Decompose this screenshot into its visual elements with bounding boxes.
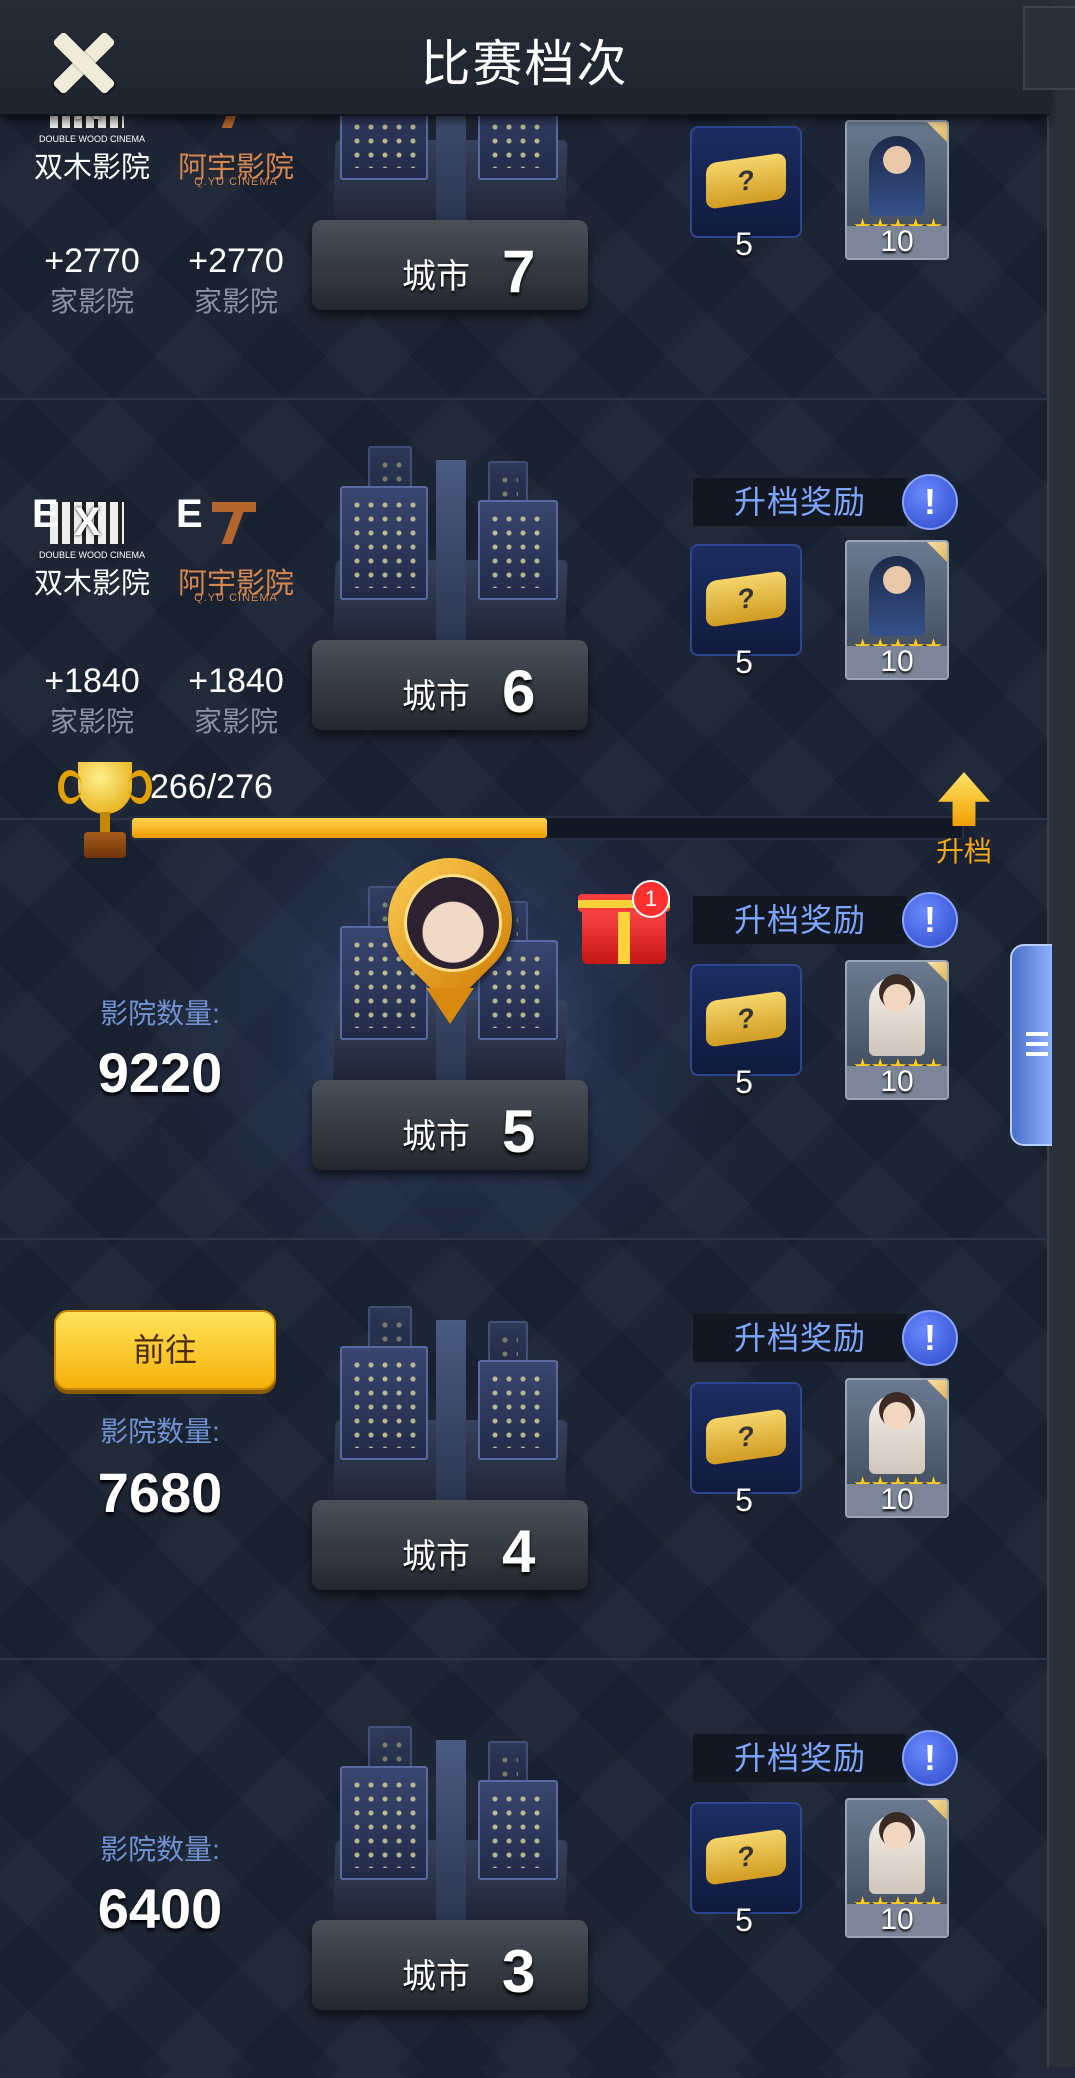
lady-card-icon[interactable]: ★★★★★ 10 xyxy=(845,960,949,1100)
cinema-name: 双木影院 xyxy=(33,152,150,184)
cinema-count-value: 7680 xyxy=(97,1461,223,1524)
cinema-unit: 家影院 xyxy=(193,286,278,317)
info-icon[interactable]: ! xyxy=(902,1310,958,1366)
progress-bar xyxy=(130,816,964,840)
city-number: 4 xyxy=(502,1518,536,1585)
side-menu-tab[interactable] xyxy=(1010,944,1052,1146)
upgrade-label: 升档 xyxy=(935,836,992,867)
cinema-plus: +1840 xyxy=(44,662,140,700)
cinema-plus: +2770 xyxy=(188,242,284,280)
lady-card-icon[interactable]: ★★★★★ 10 xyxy=(845,1798,949,1938)
city-label: 城市 xyxy=(402,678,470,716)
cinema-tag: DOUBLE WOOD CINEMA xyxy=(38,134,145,144)
cinema-tag: DOUBLE WOOD CINEMA xyxy=(38,550,145,560)
list-menu-icon xyxy=(1026,1032,1048,1060)
cinema-unit: 家影院 xyxy=(49,286,134,317)
card-count: 10 xyxy=(847,1484,947,1516)
city-label: 城市 xyxy=(402,1538,470,1576)
tier-row-city-6: E DOUBLE WOOD CINEMA 双木影院 E 阿宇影院 Q.YU CI… xyxy=(0,400,1049,820)
cinema-count-label: 影院数量: xyxy=(100,1416,220,1447)
info-icon[interactable]: ! xyxy=(902,892,958,948)
city-number: 3 xyxy=(502,1938,536,2005)
city-number: 7 xyxy=(502,238,536,305)
city-label: 城市 xyxy=(402,258,470,296)
sneaker-item-icon[interactable]: ? xyxy=(690,544,802,656)
cinema-logo-double-wood: E DOUBLE WOOD CINEMA 双木影院 xyxy=(32,492,152,602)
progress-bar-fill xyxy=(132,818,547,838)
go-button[interactable]: 前往 xyxy=(54,1310,276,1390)
cinema-grade: E xyxy=(176,492,203,536)
cinema-unit: 家影院 xyxy=(49,706,134,737)
sneaker-item-icon[interactable]: ? xyxy=(690,1802,802,1914)
upgrade-reward-label: 升档奖励 xyxy=(693,1734,907,1782)
officer-card-icon[interactable]: ★★★★★ 10 xyxy=(845,120,949,260)
header-bar: 比赛档次 xyxy=(0,0,1075,116)
city-label: 城市 xyxy=(402,1118,470,1156)
item-count: 5 xyxy=(735,226,753,262)
cinema-grade: E xyxy=(32,492,59,536)
gift-badge: 1 xyxy=(632,880,670,918)
upgrade-reward-label: 升档奖励 xyxy=(693,1314,907,1362)
city-icon[interactable]: 城市 4 xyxy=(312,1260,592,1590)
cinema-count-label: 影院数量: xyxy=(100,1834,220,1865)
tier-progress: 266/276 升档 xyxy=(0,758,1049,868)
lady-card-icon[interactable]: ★★★★★ 10 xyxy=(845,1378,949,1518)
sneaker-item-icon[interactable]: ? xyxy=(690,964,802,1076)
item-count: 5 xyxy=(735,1902,753,1938)
officer-card-icon[interactable]: ★★★★★ 10 xyxy=(845,540,949,680)
tier-row-city-4: 影院数量: 7680 城市 4 升档奖励 ! ? 5 ★★★★★ 10 xyxy=(0,1240,1049,1660)
double-wood-logo-icon xyxy=(50,500,124,545)
player-avatar xyxy=(404,874,502,972)
cinema-count-value: 6400 xyxy=(97,1877,223,1940)
item-count: 5 xyxy=(735,1064,753,1100)
cinema-sub: Q.YU CINEMA xyxy=(194,176,278,188)
cinema-count-label: 影院数量: xyxy=(100,998,220,1029)
card-count: 10 xyxy=(847,646,947,678)
progress-text: 266/276 xyxy=(150,768,273,806)
cinema-plus: +2770 xyxy=(44,242,140,280)
player-location-pin-icon xyxy=(362,832,538,1026)
cinema-count-value: 9220 xyxy=(97,1041,223,1104)
sneaker-item-icon[interactable]: ? xyxy=(690,126,802,238)
city-icon[interactable]: 城市 6 xyxy=(312,400,592,730)
sneaker-item-icon[interactable]: ? xyxy=(690,1382,802,1494)
item-count: 5 xyxy=(735,1482,753,1518)
cinema-logo-qyu: E 阿宇影院 Q.YU CINEMA xyxy=(176,492,296,604)
upgrade-arrow-icon xyxy=(938,772,990,826)
header-side-tab xyxy=(1023,6,1075,90)
qyu-logo-icon xyxy=(206,496,262,546)
city-label: 城市 xyxy=(402,1958,470,1996)
upgrade-button[interactable]: 升档 xyxy=(934,772,994,867)
city-number: 5 xyxy=(502,1098,536,1165)
card-count: 10 xyxy=(847,1904,947,1936)
upgrade-reward-label: 升档奖励 xyxy=(693,896,907,944)
tier-row-city-5: 影院数量: 9220 城市 5 升档奖励 ! ? 5 ★★★★★ 10 xyxy=(0,820,1049,1240)
gift-icon[interactable]: 1 xyxy=(578,880,670,964)
item-count: 5 xyxy=(735,644,753,680)
tier-row-city-3: 影院数量: 6400 城市 3 升档奖励 ! ? 5 ★★★★★ 10 xyxy=(0,1660,1049,2078)
cinema-unit: 家影院 xyxy=(193,706,278,737)
info-icon[interactable]: ! xyxy=(902,1730,958,1786)
card-count: 10 xyxy=(847,1066,947,1098)
cinema-name: 双木影院 xyxy=(33,568,150,600)
cinema-sub: Q.YU CINEMA xyxy=(194,592,278,604)
city-icon[interactable]: 城市 3 xyxy=(312,1680,592,2010)
info-icon[interactable]: ! xyxy=(902,474,958,530)
card-count: 10 xyxy=(847,226,947,258)
city-number: 6 xyxy=(502,658,536,725)
trophy-icon xyxy=(58,762,152,862)
page-title: 比赛档次 xyxy=(420,36,629,92)
cinema-plus: +1840 xyxy=(188,662,284,700)
upgrade-reward-label: 升档奖励 xyxy=(693,478,907,526)
